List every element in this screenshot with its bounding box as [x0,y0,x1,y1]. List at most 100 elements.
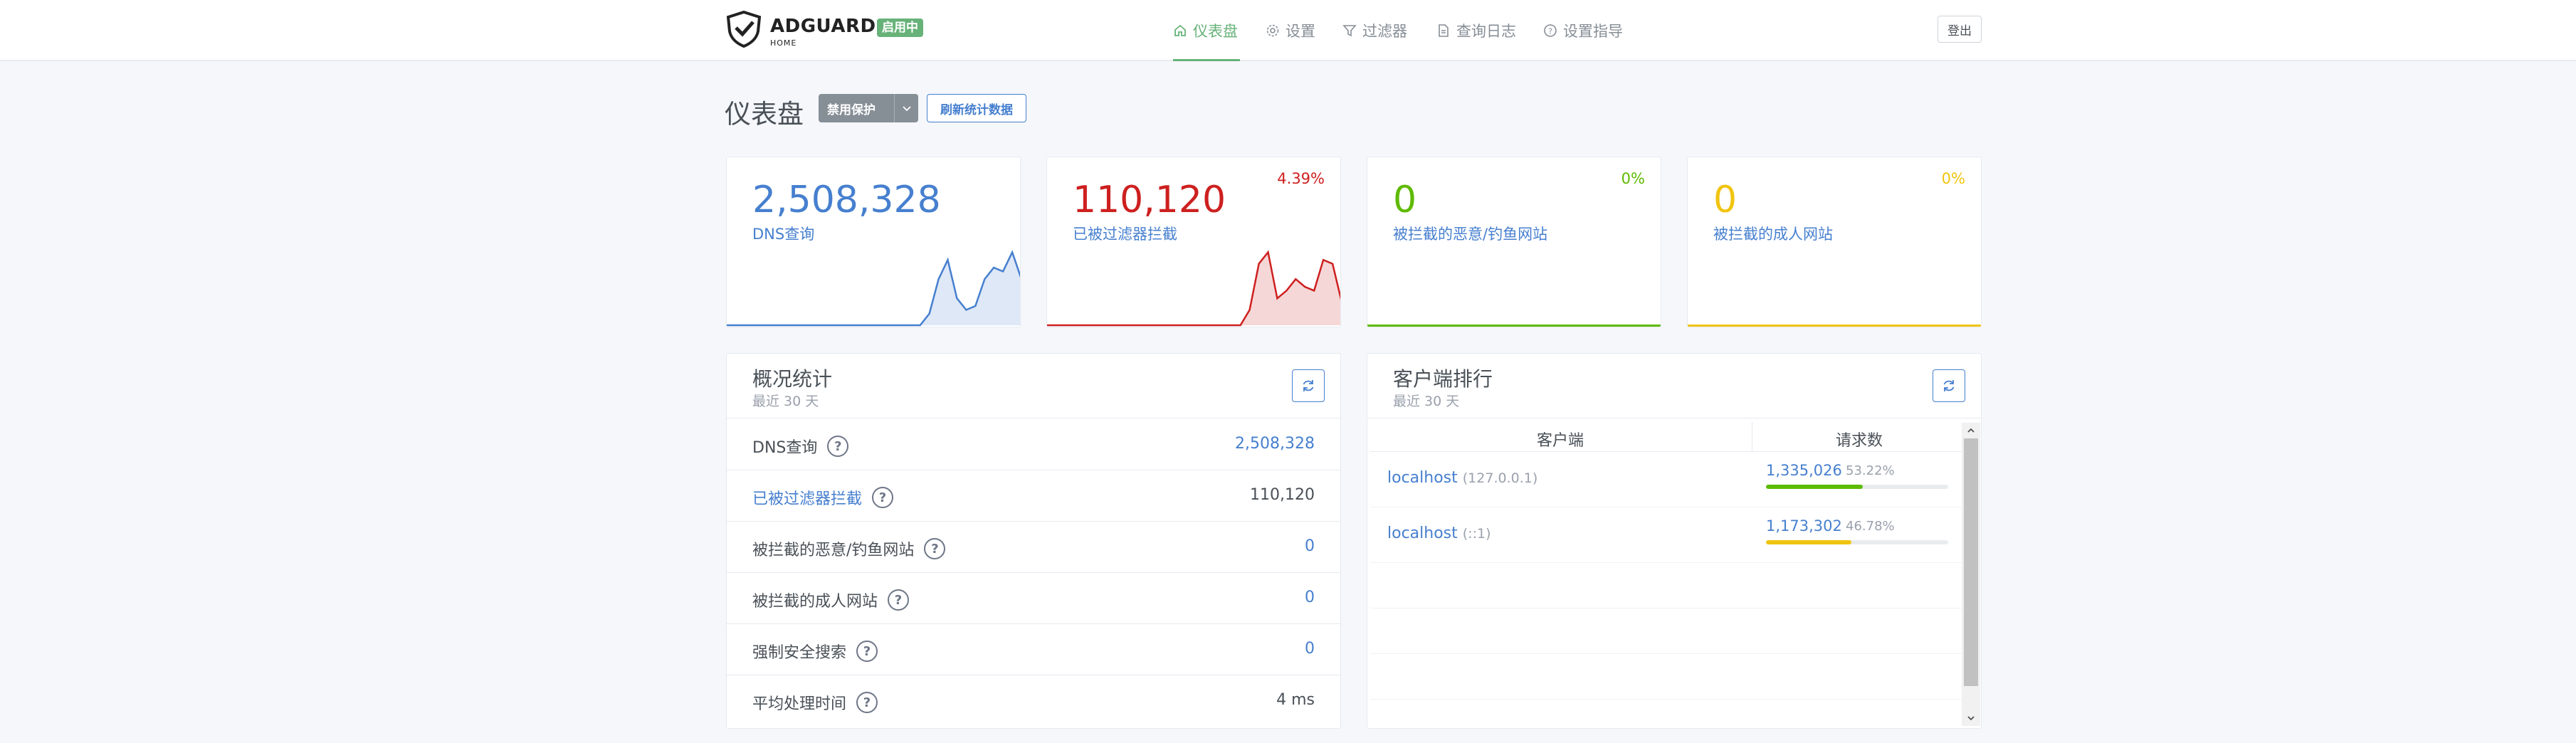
stat-label[interactable]: 被拦截的成人网站 [1713,223,1833,244]
overview-row-safe-search: 强制安全搜索? 0 [727,624,1340,675]
stat-card-adult-sites: 0 被拦截的成人网站 0% [1687,157,1982,327]
help-icon[interactable]: ? [924,538,946,559]
client-request-count: 1,173,302 [1766,517,1842,534]
gear-icon [1266,24,1279,37]
overview-row-blocked-filters: 已被过滤器拦截? 110,120 [727,470,1340,522]
stat-card-dns-queries: 2,508,328 DNS查询 [726,157,1021,327]
nav-filters[interactable]: 过滤器 [1342,19,1407,43]
col-header-requests[interactable]: 请求数 [1836,428,1883,450]
stat-value: 0 [1713,179,1738,221]
help-icon[interactable]: ? [827,436,849,457]
nav-dashboard[interactable]: 仪表盘 [1173,19,1238,43]
clients-refresh-button[interactable] [1933,369,1965,402]
scroll-thumb[interactable] [1964,438,1978,686]
client-request-percent: 46.78% [1846,519,1895,534]
nav-settings[interactable]: 设置 [1266,19,1315,43]
row-label-text: DNS查询 [752,439,818,457]
disable-protection-dropdown[interactable] [894,94,918,122]
client-host: localhost [1387,469,1458,487]
scroll-down-arrow[interactable] [1962,710,1980,726]
stat-baseline [1688,325,1981,327]
help-icon[interactable]: ? [856,641,878,662]
chevron-down-icon [902,106,911,112]
stat-label[interactable]: 被拦截的恶意/钓鱼网站 [1393,223,1547,244]
clients-title: 客户端排行 [1393,367,1493,391]
row-value: 2,508,328 [1235,435,1315,453]
row-label: 平均处理时间? [752,691,878,714]
nav-settings-label: 设置 [1286,23,1315,40]
overview-subtitle: 最近 30 天 [752,394,819,409]
top-navbar: ADGUARD HOME 启用中 仪表盘 设置 过滤器 查询日志 ? 设置指导 … [0,0,2576,61]
nav-setup-guide-label: 设置指导 [1563,23,1623,40]
logout-button[interactable]: 登出 [1938,16,1982,43]
refresh-icon [1943,380,1955,391]
disable-protection-button[interactable]: 禁用保护 [819,94,918,122]
empty-table-row [1370,608,1964,654]
nav-query-log[interactable]: 查询日志 [1436,19,1516,43]
refresh-stats-button[interactable]: 刷新统计数据 [927,94,1026,122]
help-icon[interactable]: ? [872,487,894,508]
row-label: 被拦截的成人网站? [752,589,910,611]
clients-table-header: 客户端 请求数 [1370,422,1964,452]
clients-table-scrollbar[interactable] [1962,423,1980,726]
scroll-up-arrow[interactable] [1962,423,1980,438]
adguard-logo[interactable]: ADGUARD HOME 启用中 [725,10,924,50]
stat-label[interactable]: DNS查询 [752,223,814,244]
page-title: 仪表盘 [725,99,804,130]
help-icon[interactable]: ? [856,692,878,713]
shield-check-icon [726,10,762,48]
client-name-link[interactable]: localhost (::1) [1387,525,1491,542]
stat-value: 2,508,328 [752,179,941,221]
empty-table-row [1370,563,1964,608]
row-label-link[interactable]: 已被过滤器拦截 [752,486,862,509]
stat-percent: 0% [1941,170,1965,187]
disable-protection-label: 禁用保护 [827,102,876,117]
client-ip: (127.0.0.1) [1462,470,1538,486]
help-circle-icon: ? [1544,24,1557,37]
client-progress-track [1766,540,1948,544]
nav-dashboard-label: 仪表盘 [1193,23,1238,40]
table-row: localhost (127.0.0.1) 1,335,026 53.22% [1370,452,1964,507]
overview-title: 概况统计 [752,367,833,391]
log-icon [1439,24,1449,37]
client-name-link[interactable]: localhost (127.0.0.1) [1387,469,1537,487]
client-host: localhost [1387,525,1458,542]
top-clients-panel: 客户端排行 最近 30 天 客户端 请求数 localhost (127.0.0… [1367,353,1982,729]
row-label-text: 被拦截的成人网站 [752,593,878,611]
empty-table-row [1370,654,1964,700]
refresh-icon [1303,380,1314,391]
row-value: 110,120 [1250,486,1315,504]
help-icon[interactable]: ? [888,589,910,611]
client-progress-fill [1766,485,1863,489]
col-header-client[interactable]: 客户端 [1537,428,1584,450]
stat-label[interactable]: 已被过滤器拦截 [1073,223,1177,244]
stat-card-malware-phishing: 0 被拦截的恶意/钓鱼网站 0% [1367,157,1661,327]
client-progress-track [1766,485,1948,489]
clients-subtitle: 最近 30 天 [1393,394,1460,409]
row-label: 已被过滤器拦截? [752,486,894,509]
row-label: 强制安全搜索? [752,640,878,663]
client-progress-fill [1766,540,1851,544]
overview-row-avg-processing-time: 平均处理时间? 4 ms [727,675,1340,727]
overview-stats-panel: 概况统计 最近 30 天 DNS查询? 2,508,328 已被过滤器拦截? 1… [726,353,1341,729]
nav-active-indicator [1173,59,1240,61]
stat-card-blocked-filters: 110,120 已被过滤器拦截 4.39% [1046,157,1341,327]
row-label: DNS查询? [752,435,849,458]
stat-baseline [1367,325,1661,327]
client-request-count: 1,335,026 [1766,462,1842,479]
row-value: 0 [1305,640,1315,658]
home-icon [1174,24,1186,36]
nav-setup-guide[interactable]: ? 设置指导 [1543,19,1623,43]
stat-value: 0 [1393,179,1417,221]
row-value: 0 [1305,589,1315,606]
overview-refresh-button[interactable] [1292,369,1325,402]
row-label-text: 被拦截的恶意/钓鱼网站 [752,542,915,559]
brand-name: ADGUARD [770,16,876,37]
overview-row-dns-queries: DNS查询? 2,508,328 [727,419,1340,470]
client-ip: (::1) [1462,526,1491,542]
stat-percent: 4.39% [1277,170,1325,187]
row-label-text: 平均处理时间 [752,695,847,713]
stat-percent: 0% [1621,170,1645,187]
chevron-up-icon [1967,428,1975,433]
client-request-percent: 53.22% [1846,463,1895,478]
